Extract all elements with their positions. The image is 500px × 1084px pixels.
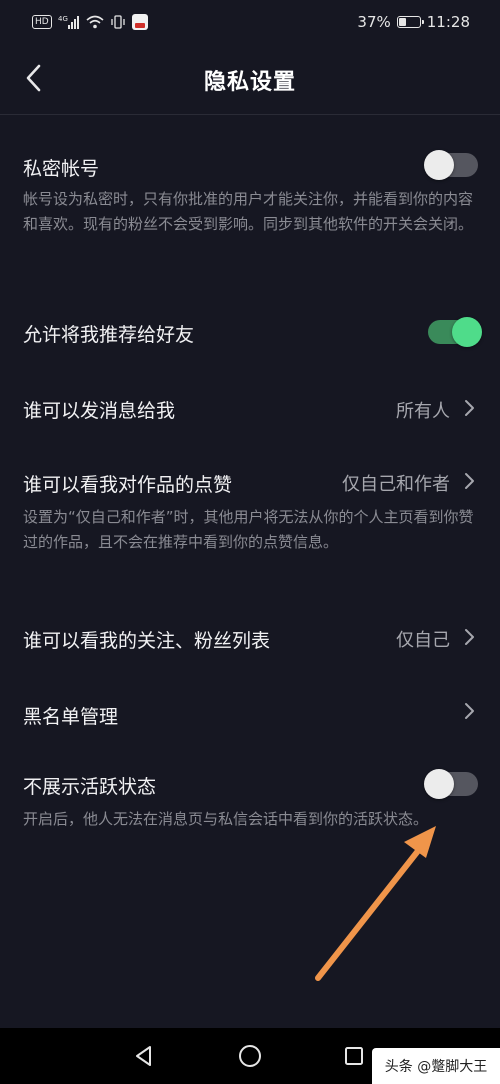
battery-percent: 37% [357, 13, 391, 31]
circle-home-icon [239, 1045, 261, 1067]
vibrate-icon [110, 15, 126, 29]
status-right: 37% 11:28 [357, 13, 470, 31]
system-recents-button[interactable] [340, 1042, 368, 1070]
watermark: 头条 @蹩脚大王 [372, 1048, 500, 1084]
setting-who-can-see-follows[interactable]: 谁可以看我的关注、粉丝列表 仅自己 [0, 606, 500, 670]
who-can-see-likes-value: 仅自己和作者 [342, 474, 450, 495]
hd-badge: HD [32, 15, 52, 29]
battery-fill [398, 18, 406, 26]
who-can-see-likes-label: 谁可以看我对作品的点赞 [23, 474, 233, 496]
header-divider [0, 114, 500, 115]
status-left: HD 4G [32, 14, 148, 30]
system-home-button[interactable] [236, 1042, 264, 1070]
chevron-right-icon [465, 400, 474, 416]
hide-active-status-toggle[interactable] [424, 769, 478, 799]
signal-icon: 4G [58, 15, 80, 29]
system-back-button[interactable] [130, 1042, 158, 1070]
hide-active-status-label: 不展示活跃状态 [23, 776, 157, 798]
setting-who-can-see-likes[interactable]: 谁可以看我对作品的点赞 仅自己和作者 设置为“仅自己和作者”时，其他用户将无法从… [0, 450, 500, 590]
triangle-back-icon [136, 1046, 151, 1066]
private-account-toggle[interactable] [424, 150, 478, 180]
private-account-label: 私密帐号 [23, 158, 100, 180]
recommend-to-friends-toggle[interactable] [428, 317, 482, 347]
page-title: 隐私设置 [203, 70, 296, 95]
chevron-right-icon [465, 629, 474, 645]
toggle-knob [424, 769, 454, 799]
setting-blacklist[interactable]: 黑名单管理 [0, 682, 500, 746]
nav-bar: 隐私设置 [0, 44, 500, 114]
app-notification-icon [131, 14, 148, 30]
toggle-knob [452, 317, 482, 347]
setting-recommend-to-friends[interactable]: 允许将我推荐给好友 [0, 300, 500, 364]
chevron-right-icon [465, 703, 474, 719]
recommend-to-friends-label: 允许将我推荐给好友 [23, 324, 195, 346]
svg-text:4G: 4G [58, 15, 68, 23]
setting-hide-active-status: 不展示活跃状态 开启后，他人无法在消息页与私信会话中看到你的活跃状态。 [0, 760, 500, 870]
private-account-description: 帐号设为私密时，只有你批准的用户才能关注你，并能看到你的内容和喜欢。现有的粉丝不… [23, 190, 474, 233]
who-can-message-label: 谁可以发消息给我 [23, 400, 176, 422]
battery-icon [396, 16, 424, 28]
toggle-knob [424, 150, 454, 180]
setting-who-can-message[interactable]: 谁可以发消息给我 所有人 [0, 376, 500, 440]
blacklist-label: 黑名单管理 [23, 706, 119, 728]
setting-private-account: 私密帐号 帐号设为私密时，只有你批准的用户才能关注你，并能看到你的内容和喜欢。现… [0, 140, 500, 270]
who-can-see-follows-label: 谁可以看我的关注、粉丝列表 [23, 630, 271, 652]
square-recents-icon [345, 1047, 363, 1065]
who-can-see-follows-value: 仅自己 [396, 630, 450, 651]
chevron-right-icon [465, 473, 474, 489]
clock: 11:28 [426, 13, 470, 31]
hide-active-status-description: 开启后，他人无法在消息页与私信会话中看到你的活跃状态。 [23, 810, 429, 828]
who-can-see-likes-description: 设置为“仅自己和作者”时，其他用户将无法从你的个人主页看到你赞过的作品，且不会在… [23, 508, 474, 551]
who-can-message-value: 所有人 [396, 401, 450, 422]
status-bar: HD 4G 37% 11:28 [0, 0, 500, 44]
wifi-icon [86, 15, 104, 29]
